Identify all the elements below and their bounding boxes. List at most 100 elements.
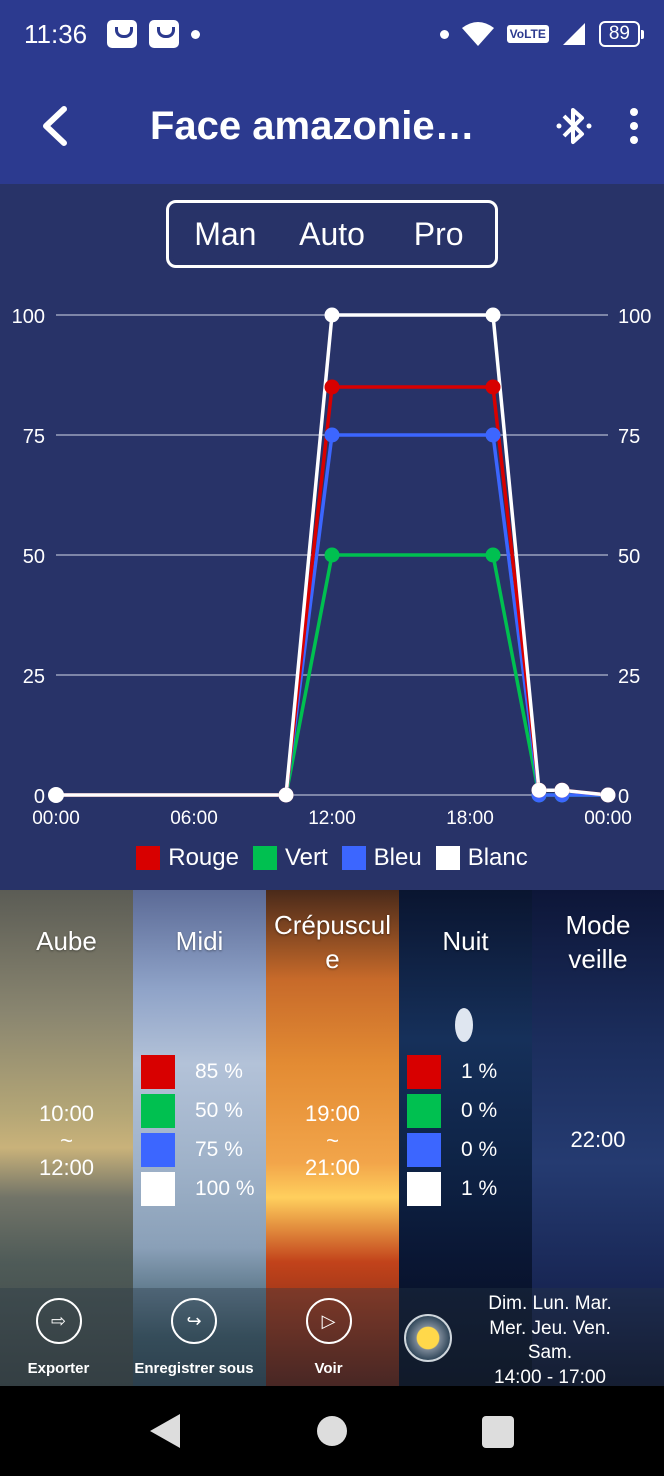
notification-dot-icon — [191, 29, 201, 39]
data-point-blanc — [554, 782, 570, 798]
y-tick-label-right: 0 — [618, 786, 629, 808]
more-options-button[interactable] — [604, 68, 664, 184]
y-tick-label-left: 75 — [23, 426, 45, 448]
y-tick-label-right: 50 — [618, 546, 640, 568]
app-bar: Face amazonie… — [0, 68, 664, 184]
schedule-days: Dim. Lun. Mar. Mer. Jeu. Ven. Sam. — [488, 1293, 612, 1363]
crepuscule-start-time: 19:00 — [304, 1101, 361, 1126]
midi-white-value: 100 % — [195, 1176, 255, 1200]
play-icon: ▷ — [305, 1298, 352, 1344]
y-tick-label-left: 0 — [34, 786, 45, 808]
data-point-blanc — [48, 787, 64, 803]
page-title: Face amazonie… — [150, 103, 475, 148]
legend-swatch — [252, 846, 277, 870]
panel-title: Nuit — [442, 926, 489, 956]
nuit-red-value: 1 % — [461, 1059, 498, 1083]
back-arrow-icon — [43, 106, 67, 146]
view-button[interactable]: ▷ Voir — [262, 1288, 395, 1377]
signal-icon — [562, 23, 585, 45]
data-point-blanc — [600, 787, 616, 803]
light-chart: Man Auto Pro 0 0 25 25 50 50 75 75 100 100 00:00 06… — [0, 184, 664, 890]
sun-cloud-icon[interactable] — [404, 1314, 452, 1362]
volte-badge: VoLTE — [506, 25, 549, 43]
view-label: Voir — [314, 1360, 343, 1377]
export-icon: ⇨ — [35, 1298, 82, 1344]
share-arrow-icon: ↪ — [171, 1298, 217, 1344]
legend-swatch — [435, 846, 460, 870]
line-chart: 0 0 25 25 50 50 75 75 100 100 00:00 06:00 12:00 18:00… — [12, 306, 652, 829]
data-point-vert — [324, 547, 340, 563]
data-point-blanc — [531, 782, 547, 798]
export-label: Exporter — [27, 1360, 90, 1377]
nav-home-icon[interactable] — [317, 1416, 347, 1446]
x-tick-label: 12:00 — [308, 808, 356, 829]
legend-swatch — [341, 846, 366, 870]
time-separator: ~ — [326, 1128, 339, 1153]
nav-recents-icon[interactable] — [482, 1416, 514, 1448]
aube-start-time: 10:00 — [38, 1101, 95, 1126]
data-point-blanc — [278, 787, 294, 803]
y-tick-label-right: 25 — [618, 666, 640, 688]
crepuscule-end-time: 21:00 — [304, 1155, 361, 1180]
save-as-label: Enregistrer sous — [134, 1360, 254, 1377]
y-tick-label-left: 50 — [23, 546, 45, 568]
data-point-rouge — [485, 379, 501, 395]
legend-item-vert: Vert — [252, 844, 328, 872]
aube-end-time: 12:00 — [38, 1155, 95, 1180]
midi-green-value: 50 % — [195, 1098, 243, 1122]
bluetooth-button[interactable] — [544, 68, 604, 184]
data-point-rouge — [324, 379, 340, 395]
shopping-bag-icon — [149, 20, 180, 48]
data-point-bleu — [324, 427, 340, 443]
data-point-blanc — [485, 307, 501, 323]
legend-label: Vert — [284, 844, 328, 871]
data-point-blanc — [324, 307, 340, 323]
data-point-bleu — [485, 427, 501, 443]
y-tick-label-left: 25 — [23, 666, 45, 688]
shopping-bag-icon — [107, 20, 138, 48]
data-point-vert — [485, 547, 501, 563]
moon-image — [455, 1008, 473, 1042]
panel-title: Aube — [36, 926, 97, 956]
y-tick-label-right: 75 — [618, 426, 640, 448]
legend-label: Bleu — [373, 844, 422, 871]
y-tick-label-right: 100 — [618, 306, 651, 328]
midi-blue-value: 75 % — [195, 1137, 243, 1161]
nuit-percentages: 1 % 0 % 0 % 1 % — [407, 1052, 531, 1208]
chart-legend: Rouge Vert Bleu Blanc — [0, 844, 664, 872]
save-as-button[interactable]: ↪ Enregistrer sous — [127, 1288, 261, 1377]
schedule-info: Dim. Lun. Mar. Mer. Jeu. Ven. Sam. 14:00… — [470, 1292, 630, 1390]
legend-swatch — [136, 846, 161, 870]
legend-item-rouge: Rouge — [136, 844, 239, 872]
status-bar: 11:36 VoLTE 89 — [0, 0, 664, 68]
legend-label: Rouge — [168, 844, 239, 871]
nuit-green-value: 0 % — [461, 1098, 498, 1122]
legend-item-bleu: Bleu — [341, 844, 422, 872]
bluetooth-icon — [556, 108, 592, 144]
notification-dot-icon — [439, 29, 449, 39]
crepuscule-times: 19:00 ~ 21:00 — [266, 1100, 399, 1181]
aube-times: 10:00 ~ 12:00 — [0, 1100, 133, 1181]
panel-title: Crépuscul e — [273, 910, 392, 974]
legend-label: Blanc — [467, 844, 528, 871]
y-tick-label-left: 100 — [12, 306, 45, 328]
wifi-icon — [461, 22, 494, 46]
legend-item-blanc: Blanc — [435, 844, 528, 872]
nuit-blue-value: 0 % — [461, 1137, 498, 1161]
x-tick-label: 00:00 — [584, 808, 632, 829]
time-separator: ~ — [60, 1128, 73, 1153]
panel-title: Mode veille — [565, 910, 631, 974]
nuit-white-value: 1 % — [461, 1176, 498, 1200]
midi-red-value: 85 % — [195, 1059, 243, 1083]
series-line-bleu — [56, 433, 608, 797]
system-nav-bar — [0, 1386, 664, 1476]
battery-indicator: 89 — [598, 21, 645, 47]
x-tick-label: 06:00 — [170, 808, 218, 829]
x-tick-label: 18:00 — [446, 808, 494, 829]
veille-time: 22:00 — [570, 1127, 626, 1152]
export-button[interactable]: ⇨ Exporter — [0, 1288, 125, 1377]
back-button[interactable] — [0, 68, 110, 184]
status-time: 11:36 — [24, 18, 88, 49]
midi-percentages: 85 % 50 % 75 % 100 % — [141, 1052, 265, 1208]
nav-back-icon[interactable] — [150, 1414, 180, 1448]
